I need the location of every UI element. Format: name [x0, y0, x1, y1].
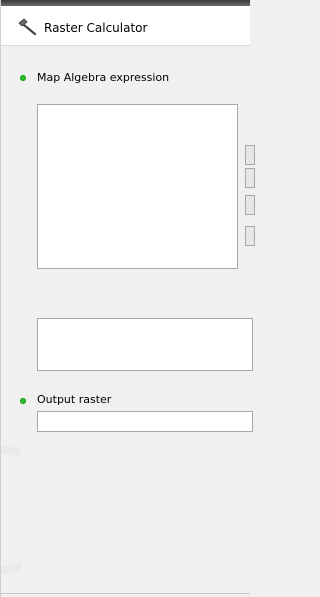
operator-button-3[interactable] [245, 195, 255, 215]
output-raster-label: Output raster [37, 393, 112, 406]
expression-input[interactable] [37, 318, 253, 371]
bottom-divider [1, 593, 250, 594]
operator-button-1[interactable] [245, 145, 255, 165]
output-raster-field[interactable] [37, 411, 253, 432]
window-title: Raster Calculator [44, 21, 148, 35]
title-bar: Raster Calculator [1, 6, 250, 46]
required-status-dot [20, 398, 26, 404]
map-algebra-label: Map Algebra expression [37, 71, 170, 84]
hammer-icon [17, 18, 37, 36]
raster-calculator-window: Raster Calculator Map Algebra expression… [0, 0, 255, 597]
operator-button-4[interactable] [245, 226, 255, 246]
operator-button-2[interactable] [245, 168, 255, 188]
required-status-dot [20, 75, 26, 81]
watermark-graphic [0, 430, 65, 597]
layers-list-panel[interactable] [37, 104, 238, 269]
